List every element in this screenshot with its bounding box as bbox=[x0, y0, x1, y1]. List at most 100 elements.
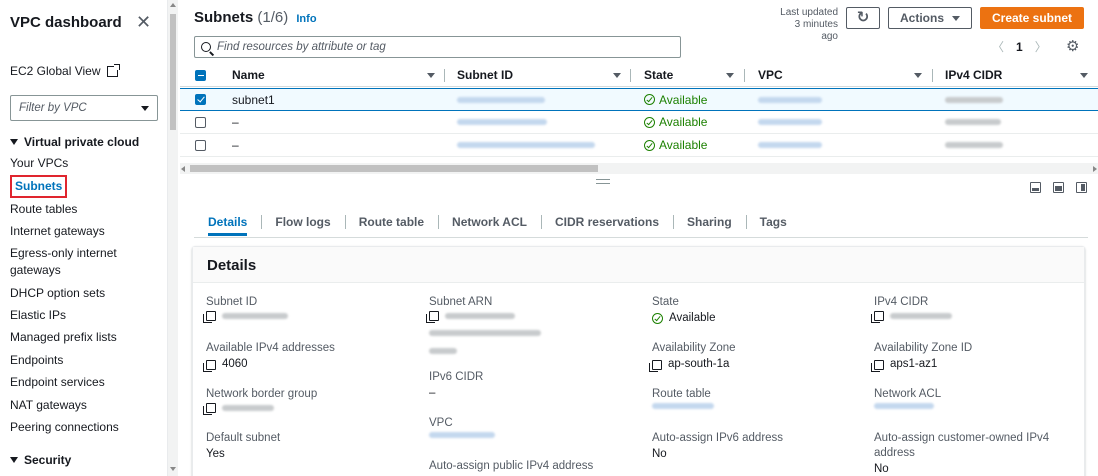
tab-sharing[interactable]: Sharing bbox=[673, 210, 746, 236]
prev-page-icon[interactable]: 〈 bbox=[992, 38, 1004, 55]
col-vpc[interactable]: VPC bbox=[758, 64, 783, 86]
vpc-link[interactable] bbox=[429, 432, 495, 438]
col-name[interactable]: Name bbox=[232, 64, 265, 86]
sidebar-item-endpoint-services[interactable]: Endpoint services bbox=[10, 374, 105, 391]
copy-icon[interactable] bbox=[203, 311, 216, 323]
expand-icon bbox=[10, 139, 18, 145]
column-divider bbox=[932, 69, 933, 82]
search-input[interactable]: Find resources by attribute or tag bbox=[194, 36, 681, 58]
copy-icon[interactable] bbox=[203, 403, 216, 415]
sidebar-item-endpoints[interactable]: Endpoints bbox=[10, 352, 63, 369]
copy-icon[interactable] bbox=[871, 359, 884, 372]
col-subnet-id[interactable]: Subnet ID bbox=[457, 64, 513, 86]
section-security[interactable]: Security bbox=[10, 453, 71, 467]
panel-side-icon[interactable] bbox=[1076, 182, 1087, 193]
split-panel-divider[interactable] bbox=[180, 174, 1098, 194]
sidebar-scrollbar[interactable] bbox=[168, 0, 178, 476]
field-label: Availability Zone ID bbox=[874, 342, 973, 354]
field-label: Auto-assign public IPv4 address bbox=[429, 460, 594, 472]
sidebar-item-subnets[interactable]: Subnets bbox=[9, 175, 68, 198]
scrollbar-thumb[interactable] bbox=[170, 14, 176, 130]
cell-state: Available bbox=[644, 111, 707, 133]
field-value: No bbox=[874, 463, 889, 475]
check-circle-icon bbox=[652, 313, 663, 324]
cell-vpc[interactable] bbox=[758, 134, 822, 156]
filter-by-vpc-select[interactable]: Filter by VPC bbox=[10, 95, 158, 121]
section-virtual-private-cloud[interactable]: Virtual private cloud bbox=[10, 135, 139, 149]
sidebar-item-dhcp[interactable]: DHCP option sets bbox=[10, 285, 105, 302]
sort-icon[interactable] bbox=[726, 72, 734, 78]
copy-icon[interactable] bbox=[203, 359, 216, 372]
scroll-right-icon[interactable] bbox=[1093, 166, 1097, 172]
scroll-left-icon[interactable] bbox=[181, 166, 185, 172]
select-all-checkbox[interactable] bbox=[195, 69, 206, 81]
tab-details[interactable]: Details bbox=[194, 210, 261, 236]
cell-subnet-id[interactable] bbox=[457, 89, 545, 110]
sidebar-item-route-tables[interactable]: Route tables bbox=[10, 201, 77, 218]
next-page-icon[interactable]: 〉 bbox=[1035, 38, 1047, 55]
network-acl-link[interactable] bbox=[874, 403, 934, 409]
cell-subnet-id[interactable] bbox=[457, 111, 547, 133]
filter-placeholder: Filter by VPC bbox=[19, 102, 87, 114]
sidebar-item-internet-gateways[interactable]: Internet gateways bbox=[10, 223, 105, 240]
cell-subnet-id[interactable] bbox=[457, 134, 595, 156]
sort-icon[interactable] bbox=[427, 72, 435, 78]
table-row[interactable]: – Available bbox=[180, 111, 1098, 134]
sidebar-item-label: gateways bbox=[10, 263, 61, 277]
drag-handle-icon[interactable] bbox=[596, 179, 610, 184]
current-page[interactable]: 1 bbox=[1016, 40, 1023, 54]
sort-icon[interactable] bbox=[1080, 72, 1088, 78]
row-checkbox[interactable] bbox=[195, 116, 206, 128]
table-row[interactable]: subnet1 Available bbox=[180, 88, 1098, 111]
close-icon[interactable]: ✕ bbox=[136, 12, 151, 32]
copy-icon[interactable] bbox=[426, 311, 439, 323]
tab-network-acl[interactable]: Network ACL bbox=[438, 210, 541, 236]
cell-ipv4-cidr bbox=[945, 111, 1001, 133]
row-checkbox[interactable] bbox=[195, 139, 206, 151]
copy-icon[interactable] bbox=[871, 311, 884, 323]
field-availability-zone-id: Availability Zone ID aps1-az1 bbox=[871, 341, 973, 372]
section-label: Virtual private cloud bbox=[24, 135, 140, 149]
selection-count: (1/6) bbox=[257, 9, 289, 26]
scrollbar-thumb[interactable] bbox=[190, 165, 598, 172]
tab-tags[interactable]: Tags bbox=[745, 210, 801, 236]
sort-icon[interactable] bbox=[914, 72, 922, 78]
field-subnet-id: Subnet ID bbox=[203, 295, 288, 323]
tab-flow-logs[interactable]: Flow logs bbox=[261, 210, 344, 236]
sidebar-item-your-vpcs[interactable]: Your VPCs bbox=[10, 155, 68, 172]
gear-icon[interactable]: ⚙ bbox=[1066, 39, 1079, 54]
col-state[interactable]: State bbox=[644, 64, 673, 86]
sort-icon[interactable] bbox=[613, 72, 621, 78]
refresh-button[interactable]: ↻ bbox=[846, 7, 880, 29]
col-ipv4-cidr[interactable]: IPv4 CIDR bbox=[945, 64, 1002, 86]
cell-name: – bbox=[232, 115, 239, 129]
panel-bottom-large-icon[interactable] bbox=[1053, 182, 1064, 193]
tab-cidr-reservations[interactable]: CIDR reservations bbox=[540, 210, 673, 236]
table-header: Name Subnet ID State VPC IPv4 CIDR bbox=[180, 64, 1098, 87]
field-network-acl: Network ACL bbox=[874, 387, 941, 409]
route-table-link[interactable] bbox=[652, 403, 714, 409]
caret-down-icon bbox=[141, 105, 149, 111]
info-link[interactable]: Info bbox=[296, 13, 316, 25]
ec2-global-view-link[interactable]: EC2 Global View bbox=[10, 63, 120, 78]
col-label: Name bbox=[232, 68, 265, 82]
field-label: Network border group bbox=[206, 388, 318, 400]
copy-icon[interactable] bbox=[649, 359, 662, 372]
cell-vpc[interactable] bbox=[758, 89, 822, 110]
create-subnet-button[interactable]: Create subnet bbox=[980, 7, 1084, 29]
sidebar-item-peering[interactable]: Peering connections bbox=[10, 419, 119, 436]
scroll-up-icon[interactable] bbox=[170, 3, 176, 7]
row-checkbox[interactable] bbox=[195, 94, 206, 105]
sidebar-item-prefix-lists[interactable]: Managed prefix lists bbox=[10, 329, 117, 346]
cell-vpc[interactable] bbox=[758, 111, 822, 133]
sidebar-item-label: Egress-only internet bbox=[10, 246, 117, 260]
tab-route-table[interactable]: Route table bbox=[344, 210, 438, 236]
actions-button[interactable]: Actions bbox=[888, 7, 972, 29]
sidebar-item-nat-gateways[interactable]: NAT gateways bbox=[10, 397, 87, 414]
scroll-down-icon[interactable] bbox=[170, 467, 176, 471]
table-row[interactable]: – Available bbox=[180, 134, 1098, 157]
panel-bottom-small-icon[interactable] bbox=[1030, 182, 1041, 193]
sidebar-item-elastic-ips[interactable]: Elastic IPs bbox=[10, 307, 66, 324]
sidebar-item-egress-only[interactable]: Egress-only internet gateways bbox=[10, 245, 117, 279]
table-horizontal-scrollbar[interactable] bbox=[180, 163, 1098, 174]
